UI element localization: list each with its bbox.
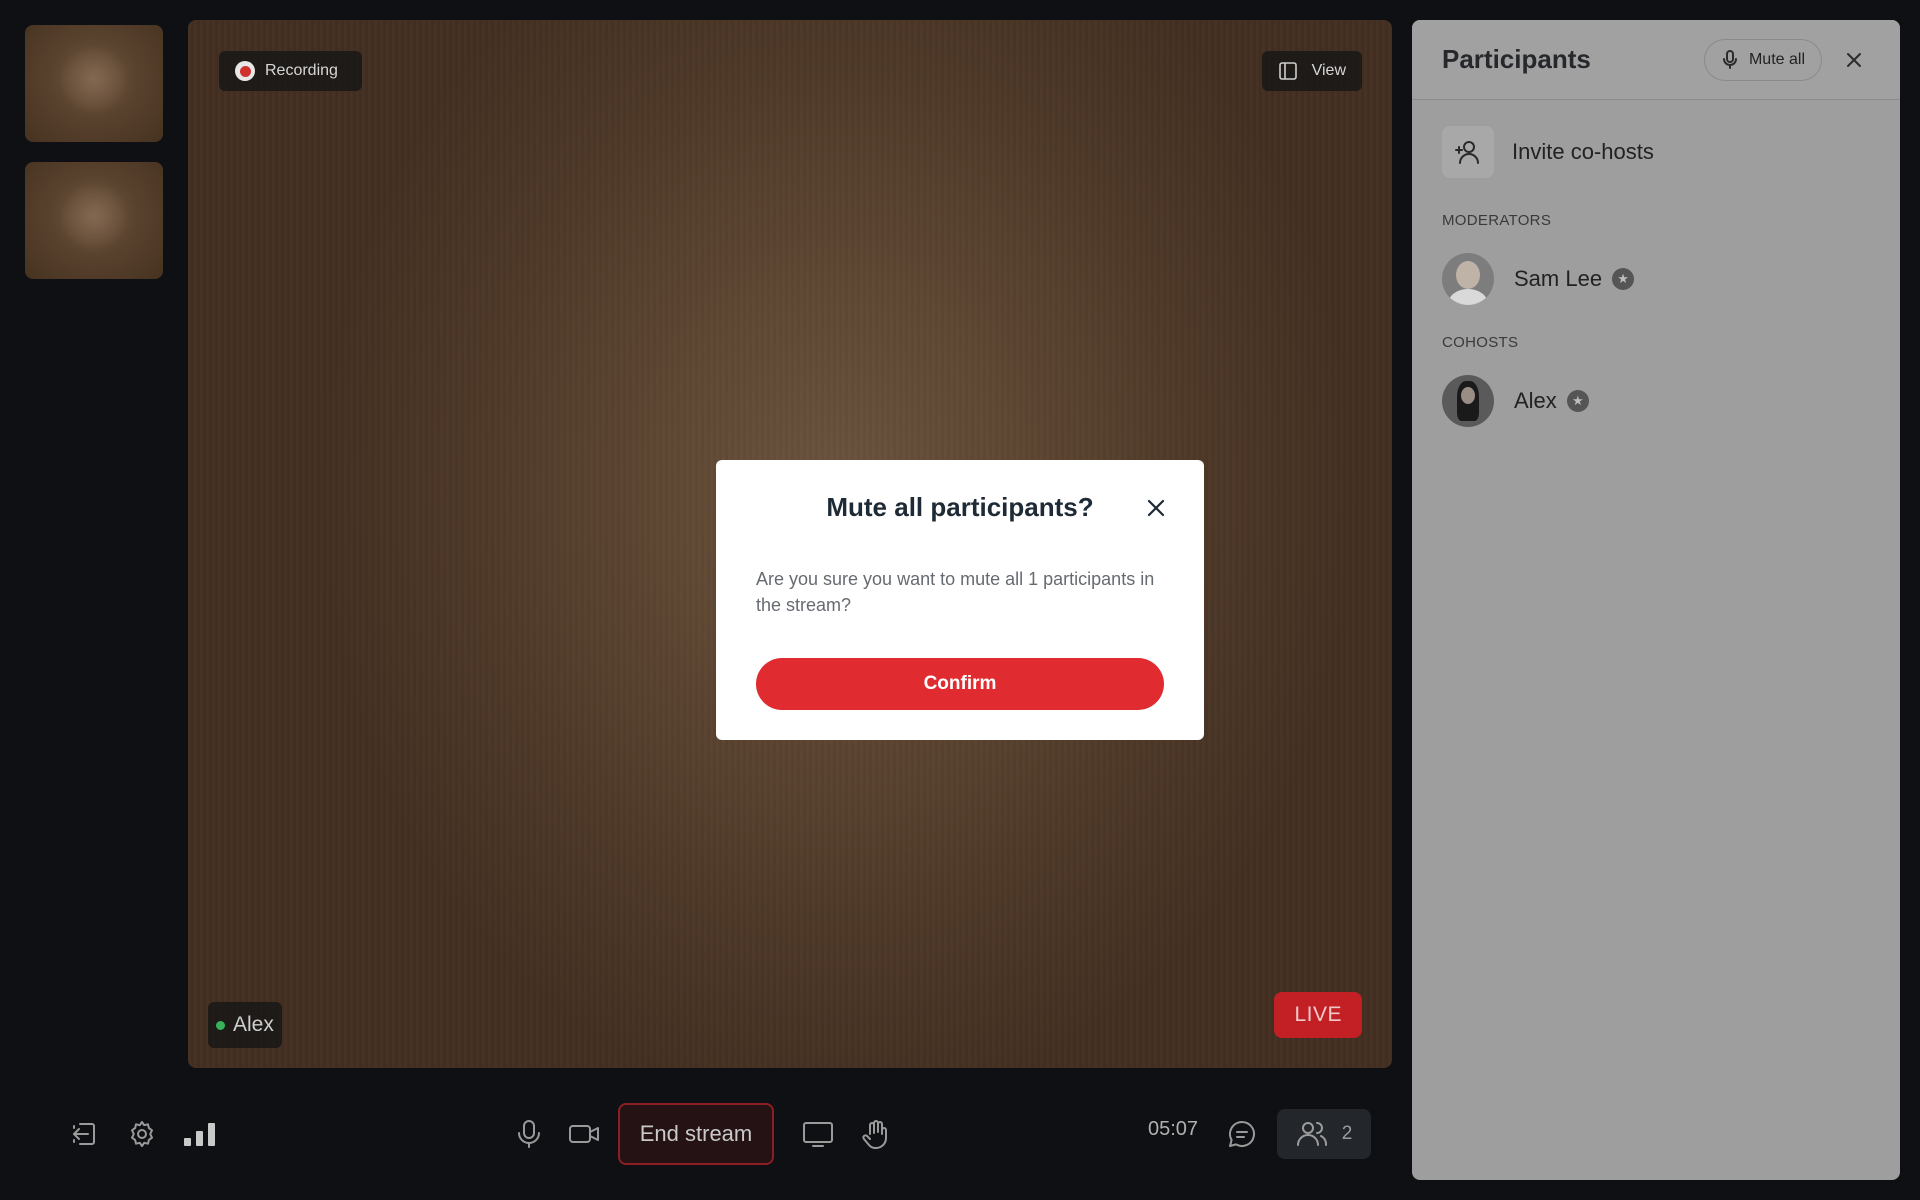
view-button[interactable]: View: [1261, 51, 1362, 91]
participant-thumbnail[interactable]: [25, 162, 163, 279]
participant-row[interactable]: Alex ★: [1442, 375, 1589, 427]
participant-thumbnail[interactable]: [25, 25, 163, 142]
record-icon: [235, 61, 255, 81]
thumbnail-video: [59, 182, 129, 252]
hand-icon: [862, 1120, 887, 1149]
signal-bars-icon: [184, 1123, 215, 1146]
invite-label: Invite co-hosts: [1512, 139, 1654, 164]
confirm-button[interactable]: Confirm: [756, 658, 1164, 710]
participants-panel: Participants Mute all Invite co-hosts MO…: [1412, 20, 1900, 1180]
star-icon: ★: [1566, 390, 1589, 412]
avatar: [1442, 253, 1494, 305]
mute-all-button[interactable]: Mute all: [1703, 38, 1822, 81]
microphone-button[interactable]: [509, 1104, 549, 1164]
microphone-icon: [518, 1120, 540, 1148]
speaker-name: Alex: [233, 1013, 274, 1036]
leave-button[interactable]: [64, 1104, 104, 1164]
settings-button[interactable]: [122, 1104, 162, 1164]
microphone-icon: [1722, 49, 1737, 69]
panel-header: Participants Mute all: [1412, 20, 1900, 100]
signal-strength[interactable]: [180, 1104, 220, 1164]
close-icon: [1147, 499, 1165, 517]
cohosts-heading: COHOSTS: [1442, 334, 1519, 351]
mute-all-label: Mute all: [1748, 50, 1805, 68]
invite-cohosts-button[interactable]: Invite co-hosts: [1442, 126, 1654, 178]
thumbnail-video: [59, 45, 129, 115]
recording-label: Recording: [265, 62, 338, 79]
users-icon: [1296, 1122, 1327, 1146]
close-icon: [1847, 52, 1861, 67]
chat-icon: [1229, 1121, 1255, 1147]
participant-name: Alex: [1514, 388, 1557, 413]
camera-button[interactable]: [564, 1104, 604, 1164]
video-camera-icon: [569, 1125, 599, 1143]
add-user-icon: [1442, 126, 1494, 178]
gear-icon: [131, 1121, 153, 1147]
chat-button[interactable]: [1222, 1104, 1262, 1164]
bottom-toolbar: End stream 05:07 2: [20, 1086, 1392, 1182]
star-icon: ★: [1612, 268, 1635, 290]
live-badge: LIVE: [1274, 992, 1362, 1038]
dialog-title: Mute all participants?: [826, 492, 1094, 522]
monitor-icon: [803, 1122, 833, 1147]
online-indicator: [216, 1020, 225, 1030]
layout-icon: [1278, 62, 1297, 80]
recording-indicator: Recording: [219, 51, 362, 91]
participants-button[interactable]: 2: [1277, 1109, 1371, 1159]
participant-name: Sam Lee: [1514, 266, 1603, 291]
participant-row[interactable]: Sam Lee ★: [1442, 253, 1635, 305]
mute-all-dialog: Mute all participants? Are you sure you …: [716, 460, 1204, 740]
moderators-heading: MODERATORS: [1442, 212, 1552, 229]
screen-share-button[interactable]: [798, 1104, 838, 1164]
speaker-name-tag: Alex: [208, 1002, 282, 1048]
dialog-message: Are you sure you want to mute all 1 part…: [756, 569, 1155, 615]
close-panel-button[interactable]: [1838, 44, 1870, 76]
stream-timer: 05:07: [1148, 1118, 1199, 1140]
participant-count: 2: [1341, 1123, 1353, 1144]
panel-title: Participants: [1442, 44, 1591, 74]
raise-hand-button[interactable]: [856, 1104, 896, 1164]
close-dialog-button[interactable]: [1144, 496, 1168, 520]
view-label: View: [1311, 62, 1346, 79]
exit-icon: [73, 1123, 95, 1145]
end-stream-button[interactable]: End stream: [618, 1103, 774, 1165]
avatar: [1442, 375, 1494, 427]
